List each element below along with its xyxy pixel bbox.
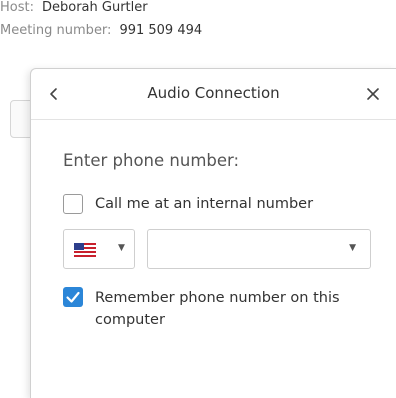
us-flag-icon: [74, 243, 96, 257]
panel-title: Audio Connection: [147, 84, 280, 102]
host-name: Deborah Gurtler: [41, 0, 148, 15]
remember-phone-checkbox[interactable]: [63, 287, 83, 307]
country-code-dropdown[interactable]: ▼: [63, 229, 135, 269]
checkmark-icon: [66, 291, 80, 303]
remember-phone-label[interactable]: Remember phone number on this computer: [95, 287, 355, 331]
panel-header: Audio Connection: [31, 69, 396, 120]
audio-connection-panel: Audio Connection Enter phone number: Cal…: [30, 68, 396, 398]
close-button[interactable]: [362, 83, 384, 105]
meeting-number-row: Meeting number: 991 509 494: [0, 23, 202, 38]
call-internal-checkbox[interactable]: [63, 194, 83, 214]
meeting-number-value: 991 509 494: [119, 23, 203, 38]
call-internal-label[interactable]: Call me at an internal number: [95, 193, 313, 215]
chevron-left-icon: [50, 88, 57, 100]
back-button[interactable]: [43, 83, 65, 105]
chevron-down-icon: ▼: [349, 243, 356, 253]
host-label: Host:: [0, 0, 34, 15]
meeting-number-label: Meeting number:: [0, 23, 112, 38]
chevron-down-icon: ▼: [118, 243, 125, 253]
close-icon: [367, 88, 379, 100]
host-row: Host: Deborah Gurtler: [0, 0, 148, 15]
phone-number-dropdown[interactable]: ▼: [147, 229, 371, 269]
enter-phone-prompt: Enter phone number:: [63, 151, 240, 170]
